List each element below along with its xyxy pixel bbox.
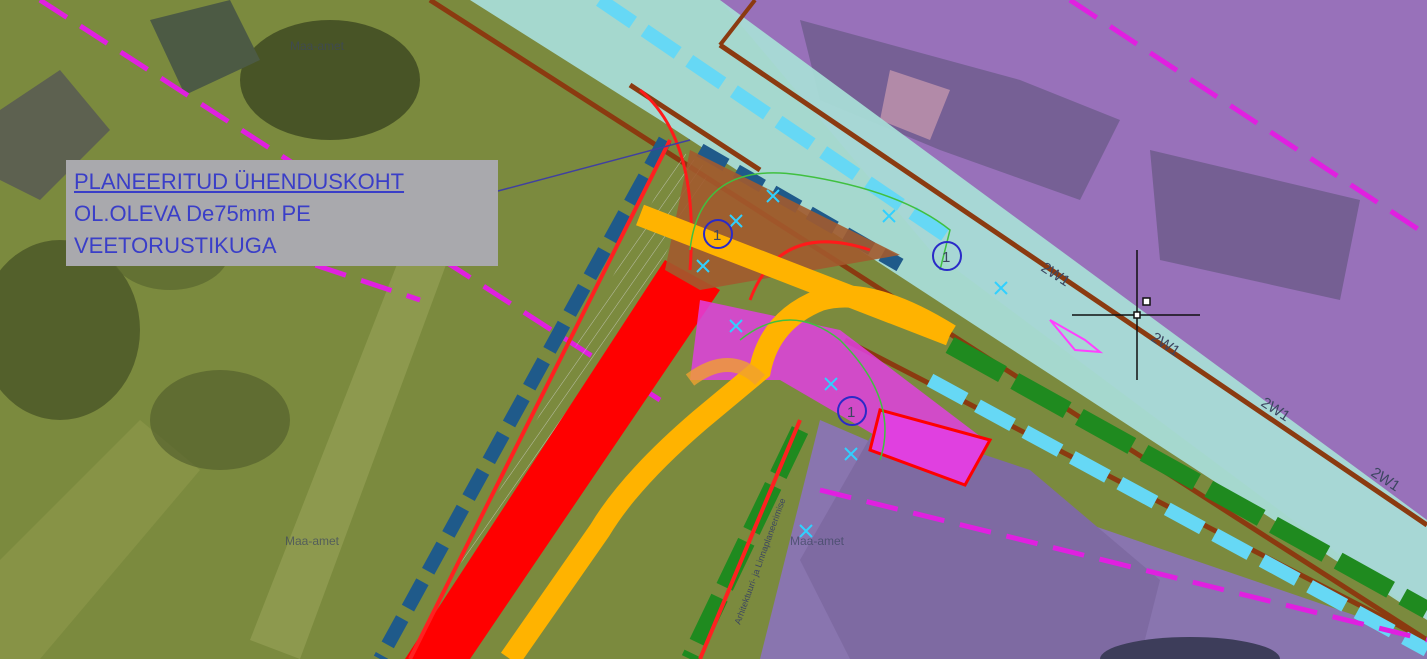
watermark: Maa-amet <box>790 534 845 548</box>
callout-line-1: PLANEERITUD ÜHENDUSKOHT <box>74 169 405 194</box>
marker-label: 1 <box>942 249 950 266</box>
tree-canopy <box>150 370 290 470</box>
callout-line-2: OL.OLEVA De75mm PE <box>74 201 311 226</box>
marker-label: 1 <box>847 404 855 421</box>
marker-label: 1 <box>713 227 721 244</box>
callout-box[interactable]: PLANEERITUD ÜHENDUSKOHT OL.OLEVA De75mm … <box>66 160 498 266</box>
watermark: Maa-amet <box>290 39 345 53</box>
map-canvas[interactable]: 1 1 1 2W1 2W1 2W1 2W1 Maa-amet Maa-amet … <box>0 0 1427 659</box>
cad-map[interactable]: 1 1 1 2W1 2W1 2W1 2W1 Maa-amet Maa-amet … <box>0 0 1427 659</box>
callout-line-3: VEETORUSTIKUGA <box>74 233 277 258</box>
watermark: Maa-amet <box>285 534 340 548</box>
tree-canopy <box>240 20 420 140</box>
